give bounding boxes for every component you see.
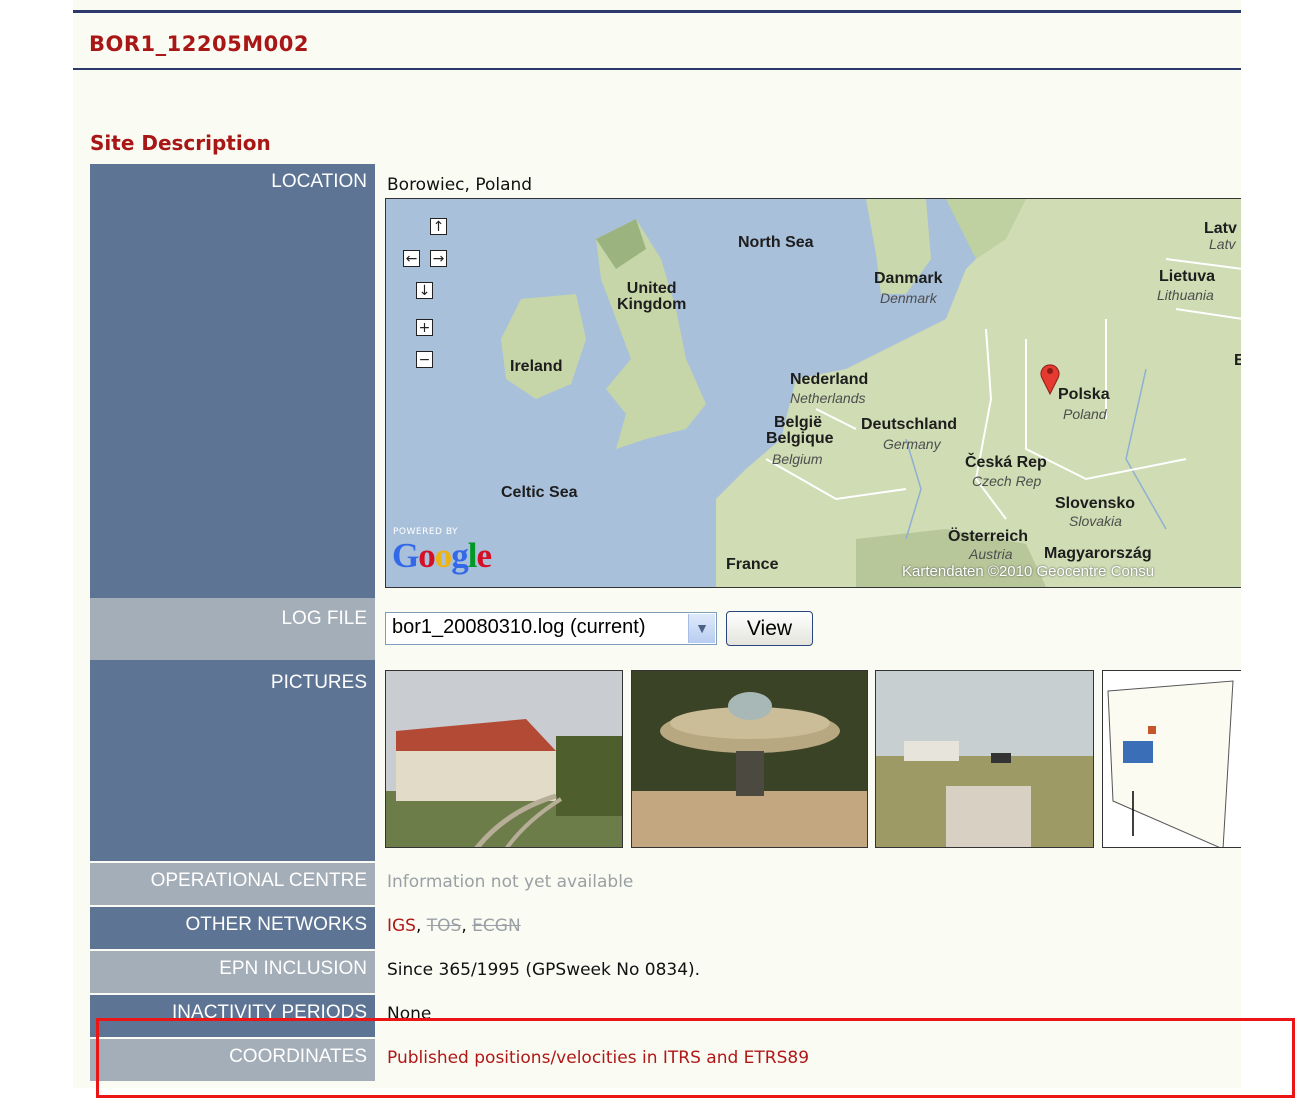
map-label-slovensko: Slovensko — [1055, 495, 1136, 512]
map-marker-icon[interactable] — [1039, 361, 1061, 395]
site-pane: BOR1_12205M002 Site Description LOCATION… — [73, 0, 1241, 1088]
map-label-united-kingdom: United Kingdom — [617, 280, 687, 313]
map-label-germany: Germany — [883, 436, 941, 452]
map-label-netherlands: Netherlands — [790, 390, 866, 406]
log-file-label: LOG FILE — [90, 598, 375, 660]
site-picture-field-station[interactable] — [875, 670, 1094, 848]
chevron-down-icon[interactable]: ▼ — [688, 614, 715, 643]
map-label-north-sea: North Sea — [738, 234, 814, 251]
operational-centre-value: Information not yet available — [387, 872, 634, 892]
map-label-lietuva: Lietuva — [1159, 268, 1216, 285]
site-picture-building[interactable] — [385, 670, 623, 848]
map-label-nederland: Nederland — [790, 371, 869, 388]
map-label-deutschland: Deutschland — [861, 416, 958, 433]
network-separator: , — [461, 916, 473, 936]
view-log-button[interactable]: View — [726, 611, 813, 646]
map-label-czech: Czech Rep — [972, 473, 1042, 489]
map-pan-right-button[interactable]: → — [430, 250, 447, 267]
antenna-photo — [632, 671, 867, 847]
other-networks-value: IGS, TOS, ECGN — [384, 907, 1241, 949]
map-label-magyarorszag: Magyarország — [1044, 545, 1152, 562]
location-map[interactable]: ↑ ← → ↓ + − North Sea United Kingdom Ire… — [385, 198, 1241, 588]
map-label-latvia: Latv — [1204, 220, 1237, 237]
site-picture-antenna[interactable] — [631, 670, 868, 848]
map-label-slovakia: Slovakia — [1069, 513, 1122, 529]
network-separator: , — [415, 916, 427, 936]
map-label-denmark: Denmark — [880, 290, 937, 306]
other-networks-row: OTHER NETWORKS IGS, TOS, ECGN — [90, 907, 1241, 949]
network-link-igs[interactable]: IGS — [387, 916, 416, 936]
map-label-ireland: Ireland — [510, 358, 563, 375]
map-label-poland: Poland — [1063, 406, 1107, 422]
network-link-ecgn[interactable]: ECGN — [472, 916, 521, 936]
map-pan-up-button[interactable]: ↑ — [430, 218, 447, 235]
log-file-select[interactable]: bor1_20080310.log (current) ▼ — [385, 612, 717, 645]
map-label-belgique: Belgique — [766, 430, 834, 447]
network-link-tos[interactable]: TOS — [427, 916, 462, 936]
map-pan-down-button[interactable]: ↓ — [416, 282, 433, 299]
google-logo[interactable]: Google — [392, 536, 492, 576]
pictures-label: PICTURES — [90, 660, 375, 861]
building-photo — [386, 671, 622, 847]
log-file-selected-value: bor1_20080310.log (current) — [392, 616, 646, 638]
field-station-photo — [876, 671, 1093, 847]
map-label-ceska: Česká Rep — [965, 454, 1047, 471]
epn-inclusion-label: EPN INCLUSION — [90, 951, 375, 993]
other-networks-label: OTHER NETWORKS — [90, 907, 375, 949]
title-top-rule — [73, 10, 1241, 13]
site-title: BOR1_12205M002 — [89, 32, 309, 56]
map-label-austria: Austria — [969, 546, 1013, 562]
highlight-box — [96, 1018, 1295, 1098]
map-label-b: Б — [1234, 353, 1241, 369]
operational-centre-label: OPERATIONAL CENTRE — [90, 863, 375, 905]
map-label-france: France — [726, 556, 779, 573]
section-title: Site Description — [90, 131, 271, 155]
location-label: LOCATION — [90, 164, 375, 598]
epn-inclusion-value: Since 365/1995 (GPSweek No 0834). — [387, 960, 701, 980]
title-bottom-rule — [73, 68, 1241, 70]
map-label-danmark: Danmark — [874, 270, 943, 287]
map-label-osterreich: Österreich — [948, 528, 1029, 545]
map-pan-left-button[interactable]: ← — [403, 250, 420, 267]
map-label-belgium: Belgium — [772, 451, 823, 467]
map-label-belgie: België — [774, 414, 823, 431]
map-copyright: Kartendaten ©2010 Geocentre Consu — [902, 563, 1155, 580]
operational-centre-row: OPERATIONAL CENTRE Information not yet a… — [90, 863, 1241, 905]
epn-inclusion-row: EPN INCLUSION Since 365/1995 (GPSweek No… — [90, 951, 1241, 993]
map-zoom-in-button[interactable]: + — [416, 319, 433, 336]
map-zoom-out-button[interactable]: − — [416, 351, 433, 368]
site-plan-drawing — [1103, 671, 1241, 847]
map-label-lithuania: Lithuania — [1157, 287, 1214, 303]
map-label-polska: Polska — [1058, 386, 1110, 403]
map-label-latvia-sub: Latv — [1209, 236, 1236, 252]
site-picture-site-plan[interactable] — [1102, 670, 1241, 848]
map-label-celtic-sea: Celtic Sea — [501, 484, 578, 501]
